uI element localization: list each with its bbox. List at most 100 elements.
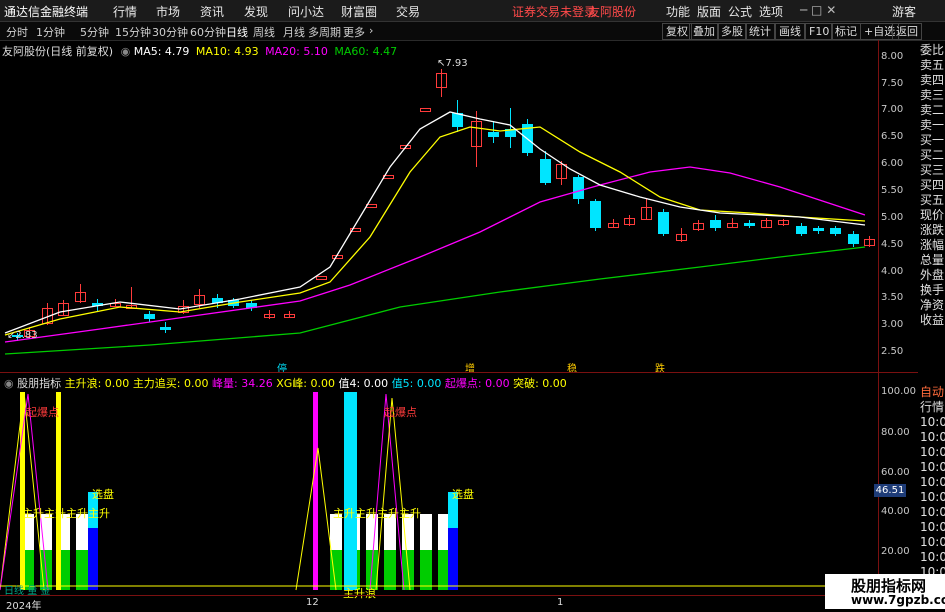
app-logo: 通达信金融终端 [4, 5, 89, 19]
more-chevron-icon[interactable]: › [369, 24, 373, 37]
ma-lines [4, 111, 866, 355]
stats-button[interactable]: 统计 [745, 23, 775, 40]
period-tab[interactable]: 分时 [6, 24, 28, 40]
ignition-label: 起爆点 [384, 406, 417, 419]
indicator-lines [0, 391, 878, 591]
ma60-line [4, 246, 866, 355]
quote-label[interactable]: 换手 [918, 284, 945, 299]
price-tick: 6.00 [881, 158, 904, 169]
high-price-label: ↖7.93 [437, 58, 468, 69]
auto-label[interactable]: 自动 [918, 386, 945, 401]
quote-label[interactable]: 买三 [918, 164, 945, 179]
date-axis: 2024年 12 1 [0, 595, 878, 612]
pick-label: 选盘 [452, 488, 474, 501]
date-tick: 1 [557, 597, 564, 608]
time-label: 10:03 [920, 475, 945, 489]
indicator-tick: 40.00 [881, 506, 910, 517]
menu-layout[interactable]: 版面 [697, 3, 721, 20]
price-axis [878, 40, 879, 373]
quote-label[interactable]: 行情 [918, 401, 945, 416]
period-toolbar: 分时 1分钟 5分钟 15分钟 30分钟 60分钟 日线 周线 月线 多周期 更… [0, 22, 945, 41]
period-tab[interactable]: 15分钟 [115, 24, 151, 40]
draw-line-button[interactable]: 画线 [775, 23, 805, 40]
menu-discover[interactable]: 发现 [244, 3, 268, 20]
quote-label[interactable]: 卖一 [918, 119, 945, 134]
bottom-tabs[interactable]: 日线 量 金 [4, 582, 50, 597]
period-tab[interactable]: 多周期 [308, 24, 341, 40]
date-tick: 2024年 [6, 601, 42, 612]
period-tab[interactable]: 月线 [283, 24, 305, 40]
panel-divider[interactable] [0, 372, 918, 373]
period-tab-selected[interactable]: 日线 [226, 24, 248, 40]
stock-name: 友阿股份 [588, 5, 637, 19]
quote-label[interactable]: 涨幅 [918, 239, 945, 254]
period-tab[interactable]: 5分钟 [80, 24, 109, 40]
period-tab[interactable]: 30分钟 [152, 24, 188, 40]
menu-news[interactable]: 资讯 [200, 3, 224, 20]
low-price-label: ↙2.83 [7, 330, 38, 341]
price-tick: 4.00 [881, 266, 904, 277]
time-label: 10:03 [920, 535, 945, 549]
menu-guest[interactable]: 游客 [892, 3, 916, 20]
menu-function[interactable]: 功能 [666, 3, 690, 20]
menu-trade[interactable]: 交易 [396, 3, 420, 20]
menu-wealth[interactable]: 财富圈 [341, 3, 377, 20]
menu-ask[interactable]: 问小达 [288, 3, 324, 20]
rise-text: 主升主升主升主升 [333, 507, 421, 520]
quote-label[interactable]: 买五 [918, 194, 945, 209]
time-label: 10:03 [920, 430, 945, 444]
price-tick: 5.50 [881, 185, 904, 196]
quote-label[interactable]: 卖三 [918, 89, 945, 104]
quote-label[interactable]: 委比 [918, 44, 945, 59]
period-tab[interactable]: 周线 [253, 24, 275, 40]
indicator-tick: 20.00 [881, 546, 910, 557]
quote-label[interactable]: 卖二 [918, 104, 945, 119]
indicator-tick: 80.00 [881, 427, 910, 438]
price-tick: 7.50 [881, 78, 904, 89]
price-tick: 2.50 [881, 346, 904, 357]
quote-label[interactable]: 卖四 [918, 74, 945, 89]
ma20-line [4, 166, 866, 343]
indicator-line [375, 397, 411, 591]
quote-label[interactable]: 涨跌 [918, 224, 945, 239]
menu-options[interactable]: 选项 [759, 3, 783, 20]
indicator-line [369, 393, 405, 591]
watermark-url: www.7gpzb.com [851, 593, 945, 607]
period-tab[interactable]: 1分钟 [36, 24, 65, 40]
quote-label[interactable]: 卖五 [918, 59, 945, 74]
indicator-value-tag: 46.51 [874, 484, 906, 497]
overlay-button[interactable]: 叠加 [689, 23, 719, 40]
quote-label[interactable]: 净资 [918, 299, 945, 314]
time-label: 10:03 [920, 520, 945, 534]
mark-button[interactable]: 标记 [831, 23, 861, 40]
time-label: 10:03 [920, 445, 945, 459]
indicator-tick: 100.00 [881, 386, 916, 397]
quote-label[interactable]: 买二 [918, 149, 945, 164]
multi-stock-button[interactable]: 多股 [717, 23, 747, 40]
quote-label[interactable]: 收益 [918, 314, 945, 329]
period-tab[interactable]: 更多 [343, 24, 365, 40]
quote-label[interactable]: 现价 [918, 209, 945, 224]
back-button[interactable]: 返回 [892, 23, 922, 40]
price-tick: 3.00 [881, 319, 904, 330]
login-warning[interactable]: 证券交易未登录 [512, 3, 596, 20]
quote-side-panel: 委比 卖五 卖四 卖三 卖二 卖一 买一 买二 买三 买四 买五 现价 涨跌 涨… [918, 44, 945, 329]
quote-label[interactable]: 外盘 [918, 269, 945, 284]
date-tick: 12 [306, 597, 319, 608]
price-tick: 7.00 [881, 104, 904, 115]
quote-label[interactable]: 总量 [918, 254, 945, 269]
fq-button[interactable]: 复权 [662, 23, 692, 40]
time-label: 10:03 [920, 415, 945, 429]
f10-button[interactable]: F10 [805, 23, 834, 40]
menu-market[interactable]: 行情 [113, 3, 137, 20]
menu-formula[interactable]: 公式 [728, 3, 752, 20]
window-controls[interactable]: ─ □ ✕ [800, 3, 836, 17]
indicator-chart[interactable] [0, 388, 878, 594]
quote-label[interactable]: 买四 [918, 179, 945, 194]
quote-label[interactable]: 买一 [918, 134, 945, 149]
time-label: 10:03 [920, 505, 945, 519]
period-tab[interactable]: 60分钟 [190, 24, 226, 40]
lower-side-panel: 自动 行情 10:03 10:03 10:03 10:03 10:03 10:0… [918, 386, 945, 581]
menu-markets[interactable]: 市场 [156, 3, 180, 20]
indicator-tick: 60.00 [881, 467, 910, 478]
